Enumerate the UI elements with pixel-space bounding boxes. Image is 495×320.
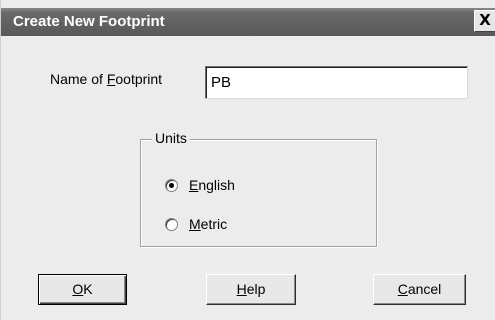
footprint-name-input[interactable]: PB [205,66,468,99]
cancel-label-rest: ancel [407,281,442,297]
metric-radio[interactable] [165,218,178,231]
title-bar[interactable]: Create New Footprint X [1,8,495,36]
help-button[interactable]: Help [206,274,296,305]
ok-hotkey: O [72,281,84,297]
footprint-name-label: Name of Footprint [50,71,162,87]
units-groupbox [140,139,377,247]
help-hotkey: H [236,281,247,297]
footprint-name-label-prefix: Name of [50,71,107,87]
footprint-name-label-suffix: ootprint [115,71,163,87]
radio-selected-dot [169,183,174,188]
english-radio-label[interactable]: English [189,177,235,193]
window-title: Create New Footprint [13,13,165,30]
english-hotkey: E [189,177,199,193]
metric-radio-label[interactable]: Metric [189,216,227,232]
close-icon: X [479,11,491,29]
metric-hotkey: M [189,216,201,232]
ok-button[interactable]: OK [38,274,127,305]
cancel-hotkey: C [397,281,408,297]
close-button[interactable]: X [474,10,495,32]
english-radio[interactable] [165,179,178,192]
metric-label-rest: etric [200,216,228,232]
help-label-rest: elp [246,281,266,297]
english-label-rest: nglish [198,177,235,193]
ok-label-rest: K [83,281,93,297]
cancel-button[interactable]: Cancel [373,274,466,305]
units-legend: Units [152,130,190,146]
create-footprint-dialog: Create New Footprint X Name of Footprint… [0,0,495,320]
